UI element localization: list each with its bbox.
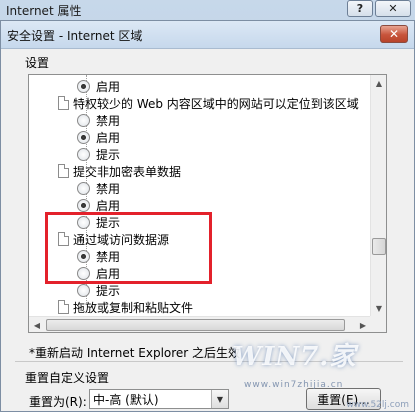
document-icon [58,96,69,110]
setting-group-title: 特权较少的 Web 内容区域中的网站可以定位到该区域 [58,95,359,111]
radio-icon[interactable] [77,181,90,195]
horizontal-scroll-thumb[interactable] [46,319,345,331]
reset-button[interactable]: 重置(E)... [306,388,381,410]
settings-list[interactable]: 启用 特权较少的 Web 内容区域中的网站可以定位到该区域 禁用 启用 提示 提… [28,74,387,333]
dialog-close-button[interactable]: ✕ [380,25,408,43]
radio-icon[interactable] [77,215,90,229]
dialog-title: 安全设置 - Internet 区域 [7,29,143,43]
horizontal-scrollbar[interactable]: ◀ ▶ [29,316,371,332]
radio-checked-icon[interactable] [77,249,90,263]
scroll-left-icon[interactable]: ◀ [29,317,45,332]
list-item[interactable]: 禁用 [77,112,120,128]
scrollbar-corner [370,316,386,332]
list-item[interactable]: 启用 [77,78,120,94]
radio-icon[interactable] [77,283,90,297]
radio-checked-icon[interactable] [77,79,90,93]
scroll-down-icon[interactable]: ▼ [371,300,386,316]
list-item[interactable]: 启用 [77,265,120,281]
divider [15,361,403,362]
scroll-right-icon[interactable]: ▶ [355,317,371,332]
outer-window-controls: ? ✕ [347,0,411,17]
vertical-scrollbar[interactable]: ▲ ▼ [370,75,386,332]
document-icon [58,232,69,246]
list-item[interactable]: 禁用 [77,248,120,264]
list-item[interactable]: 提示 [77,214,120,230]
reset-group-label: 重置自定义设置 [25,371,110,385]
help-button[interactable]: ? [347,0,373,17]
radio-icon[interactable] [77,266,90,280]
dialog-titlebar: 安全设置 - Internet 区域 ✕ [1,21,414,49]
chevron-down-icon[interactable]: ▼ [211,390,228,408]
settings-group-label: 设置 [25,56,50,70]
reset-level-value: 中-高 (默认) [93,392,159,407]
settings-list-content: 启用 特权较少的 Web 内容区域中的网站可以定位到该区域 禁用 启用 提示 提… [29,75,371,332]
document-icon [58,300,69,314]
vertical-scroll-thumb[interactable] [372,238,386,255]
list-item[interactable]: 启用 [77,129,120,145]
list-item[interactable]: 启用 [77,197,120,213]
reset-to-label: 重置为(R): [29,395,87,409]
list-item[interactable]: 禁用 [77,180,120,196]
outer-close-button[interactable]: ✕ [375,0,411,17]
list-item[interactable]: 提示 [77,282,120,298]
setting-group-title: 提交非加密表单数据 [58,163,181,179]
setting-group-title: 通过域访问数据源 [58,231,169,247]
radio-checked-icon[interactable] [77,198,90,212]
restart-note: *重新启动 Internet Explorer 之后生效 [29,346,241,360]
radio-icon[interactable] [77,147,90,161]
setting-group-title: 拖放或复制和粘贴文件 [58,299,193,315]
document-icon [58,164,69,178]
radio-icon[interactable] [77,113,90,127]
radio-checked-icon[interactable] [77,130,90,144]
security-settings-dialog: 安全设置 - Internet 区域 ✕ 设置 启用 特权较少的 Web 内容区… [0,20,415,412]
list-item[interactable]: 提示 [77,146,120,162]
scroll-up-icon[interactable]: ▲ [371,75,386,91]
outer-window-title: Internet 属性 [6,4,82,18]
reset-level-select[interactable]: 中-高 (默认) ▼ [89,389,229,409]
